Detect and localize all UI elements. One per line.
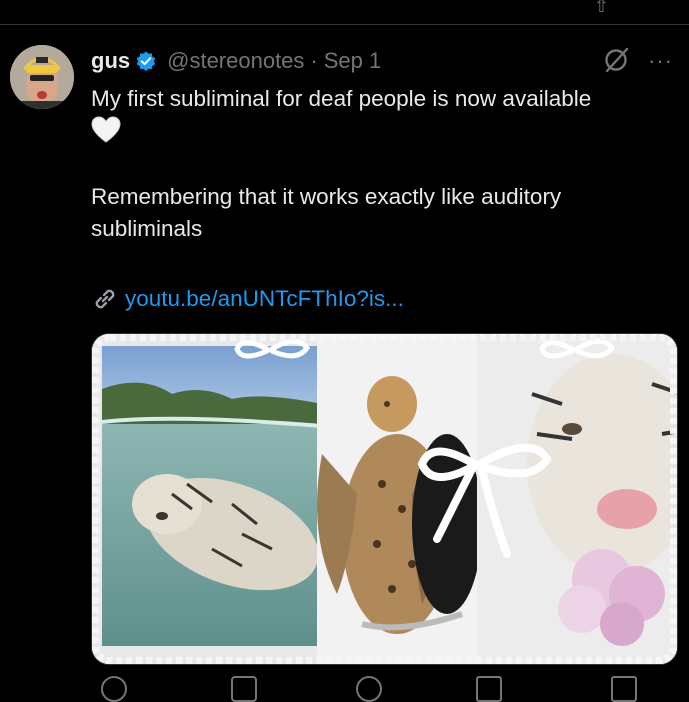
- link-row: youtu.be/anUNTcFThIo?is...: [91, 283, 404, 315]
- reply-icon[interactable]: [101, 676, 127, 702]
- tweet-text-line-2: Remembering that it works exactly like a…: [91, 184, 562, 209]
- link-icon: [95, 289, 115, 309]
- avatar-image: [10, 45, 74, 109]
- bookmark-icon[interactable]: [611, 676, 637, 702]
- tweet-actions: [91, 676, 676, 702]
- author-handle[interactable]: @stereonotes: [167, 48, 304, 74]
- verified-badge-icon[interactable]: [135, 50, 157, 72]
- more-icon[interactable]: ···: [648, 48, 673, 74]
- tweet-date[interactable]: Sep 1: [324, 48, 382, 74]
- tweet-text-line-3: subliminals: [91, 216, 203, 241]
- separator-dot: ·: [310, 48, 318, 73]
- tweet-header: gus @stereonotes · Sep 1: [91, 47, 381, 75]
- white-tiger-face-with-flowers: [477, 334, 677, 664]
- top-divider: ⇧: [0, 0, 689, 25]
- views-icon[interactable]: [476, 676, 502, 702]
- collage-image: [92, 334, 677, 664]
- white-tiger-underwater: [101, 346, 323, 646]
- grok-icon[interactable]: [602, 46, 630, 74]
- like-icon[interactable]: [356, 676, 382, 702]
- share-icon[interactable]: ⇧: [594, 0, 609, 17]
- youtube-link[interactable]: youtu.be/anUNTcFThIo?is...: [125, 283, 404, 315]
- retweet-icon[interactable]: [231, 676, 257, 702]
- avatar[interactable]: [10, 45, 74, 109]
- tweet-text-line-1: My first subliminal for deaf people is n…: [91, 86, 592, 111]
- white-heart-emoji: [91, 116, 121, 143]
- author-name[interactable]: gus: [91, 48, 130, 74]
- tweet-media-image[interactable]: [91, 333, 678, 665]
